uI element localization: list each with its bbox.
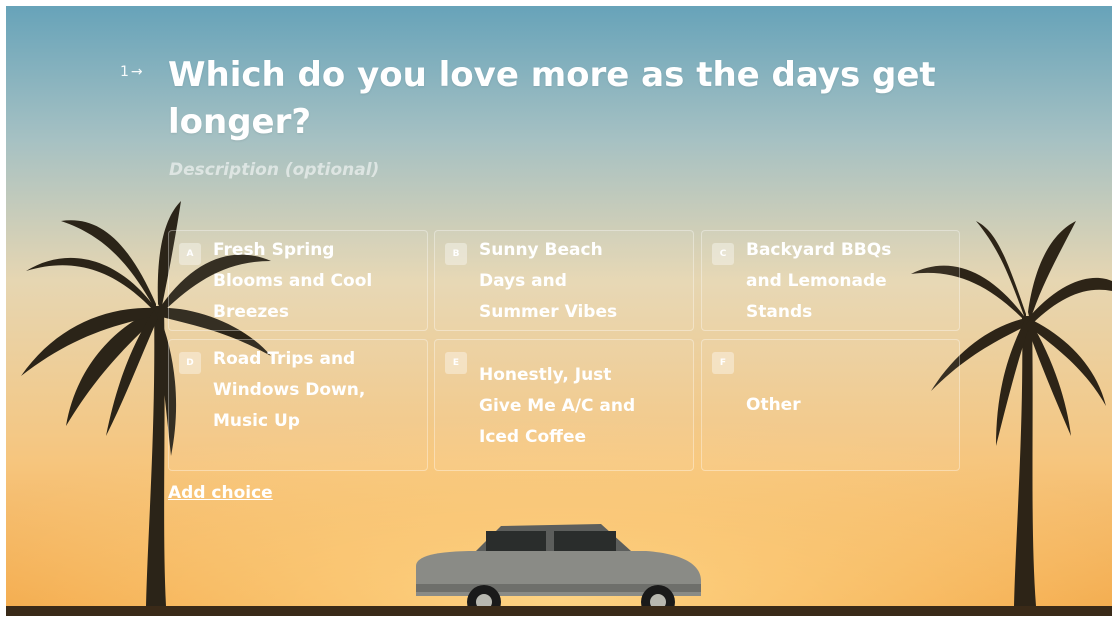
choice-key-badge: B <box>445 243 467 265</box>
choice-b[interactable]: B Sunny Beach Days and Summer Vibes <box>434 230 694 331</box>
choice-d[interactable]: D Road Trips and Windows Down, Music Up <box>168 339 428 471</box>
choice-label[interactable]: Honestly, Just Give Me A/C and Iced Coff… <box>479 360 649 453</box>
question-title[interactable]: Which do you love more as the days get l… <box>168 52 958 146</box>
add-choice-link[interactable]: Add choice <box>168 483 273 503</box>
question-number-label: 1 <box>120 64 129 80</box>
choice-label[interactable]: Road Trips and Windows Down, Music Up <box>213 344 378 437</box>
description-field[interactable]: Description (optional) <box>169 160 379 180</box>
choice-label[interactable]: Other <box>746 390 916 421</box>
choice-key-badge: A <box>179 243 201 265</box>
choice-c[interactable]: C Backyard BBQs and Lemonade Stands <box>701 230 960 331</box>
choice-label[interactable]: Fresh Spring Blooms and Cool Breezes <box>213 235 393 328</box>
choice-key-badge: C <box>712 243 734 265</box>
choice-key-badge: E <box>445 352 467 374</box>
choice-label[interactable]: Backyard BBQs and Lemonade Stands <box>746 235 926 328</box>
arrow-right-icon: → <box>130 64 143 80</box>
choice-a[interactable]: A Fresh Spring Blooms and Cool Breezes <box>168 230 428 331</box>
choice-key-badge: D <box>179 352 201 374</box>
question-number: 1 → <box>120 64 143 80</box>
form-canvas: 1 → Which do you love more as the days g… <box>6 6 1112 616</box>
choice-key-badge: F <box>712 352 734 374</box>
choice-e[interactable]: E Honestly, Just Give Me A/C and Iced Co… <box>434 339 694 471</box>
choice-f[interactable]: F Other <box>701 339 960 471</box>
choice-label[interactable]: Sunny Beach Days and Summer Vibes <box>479 235 649 328</box>
